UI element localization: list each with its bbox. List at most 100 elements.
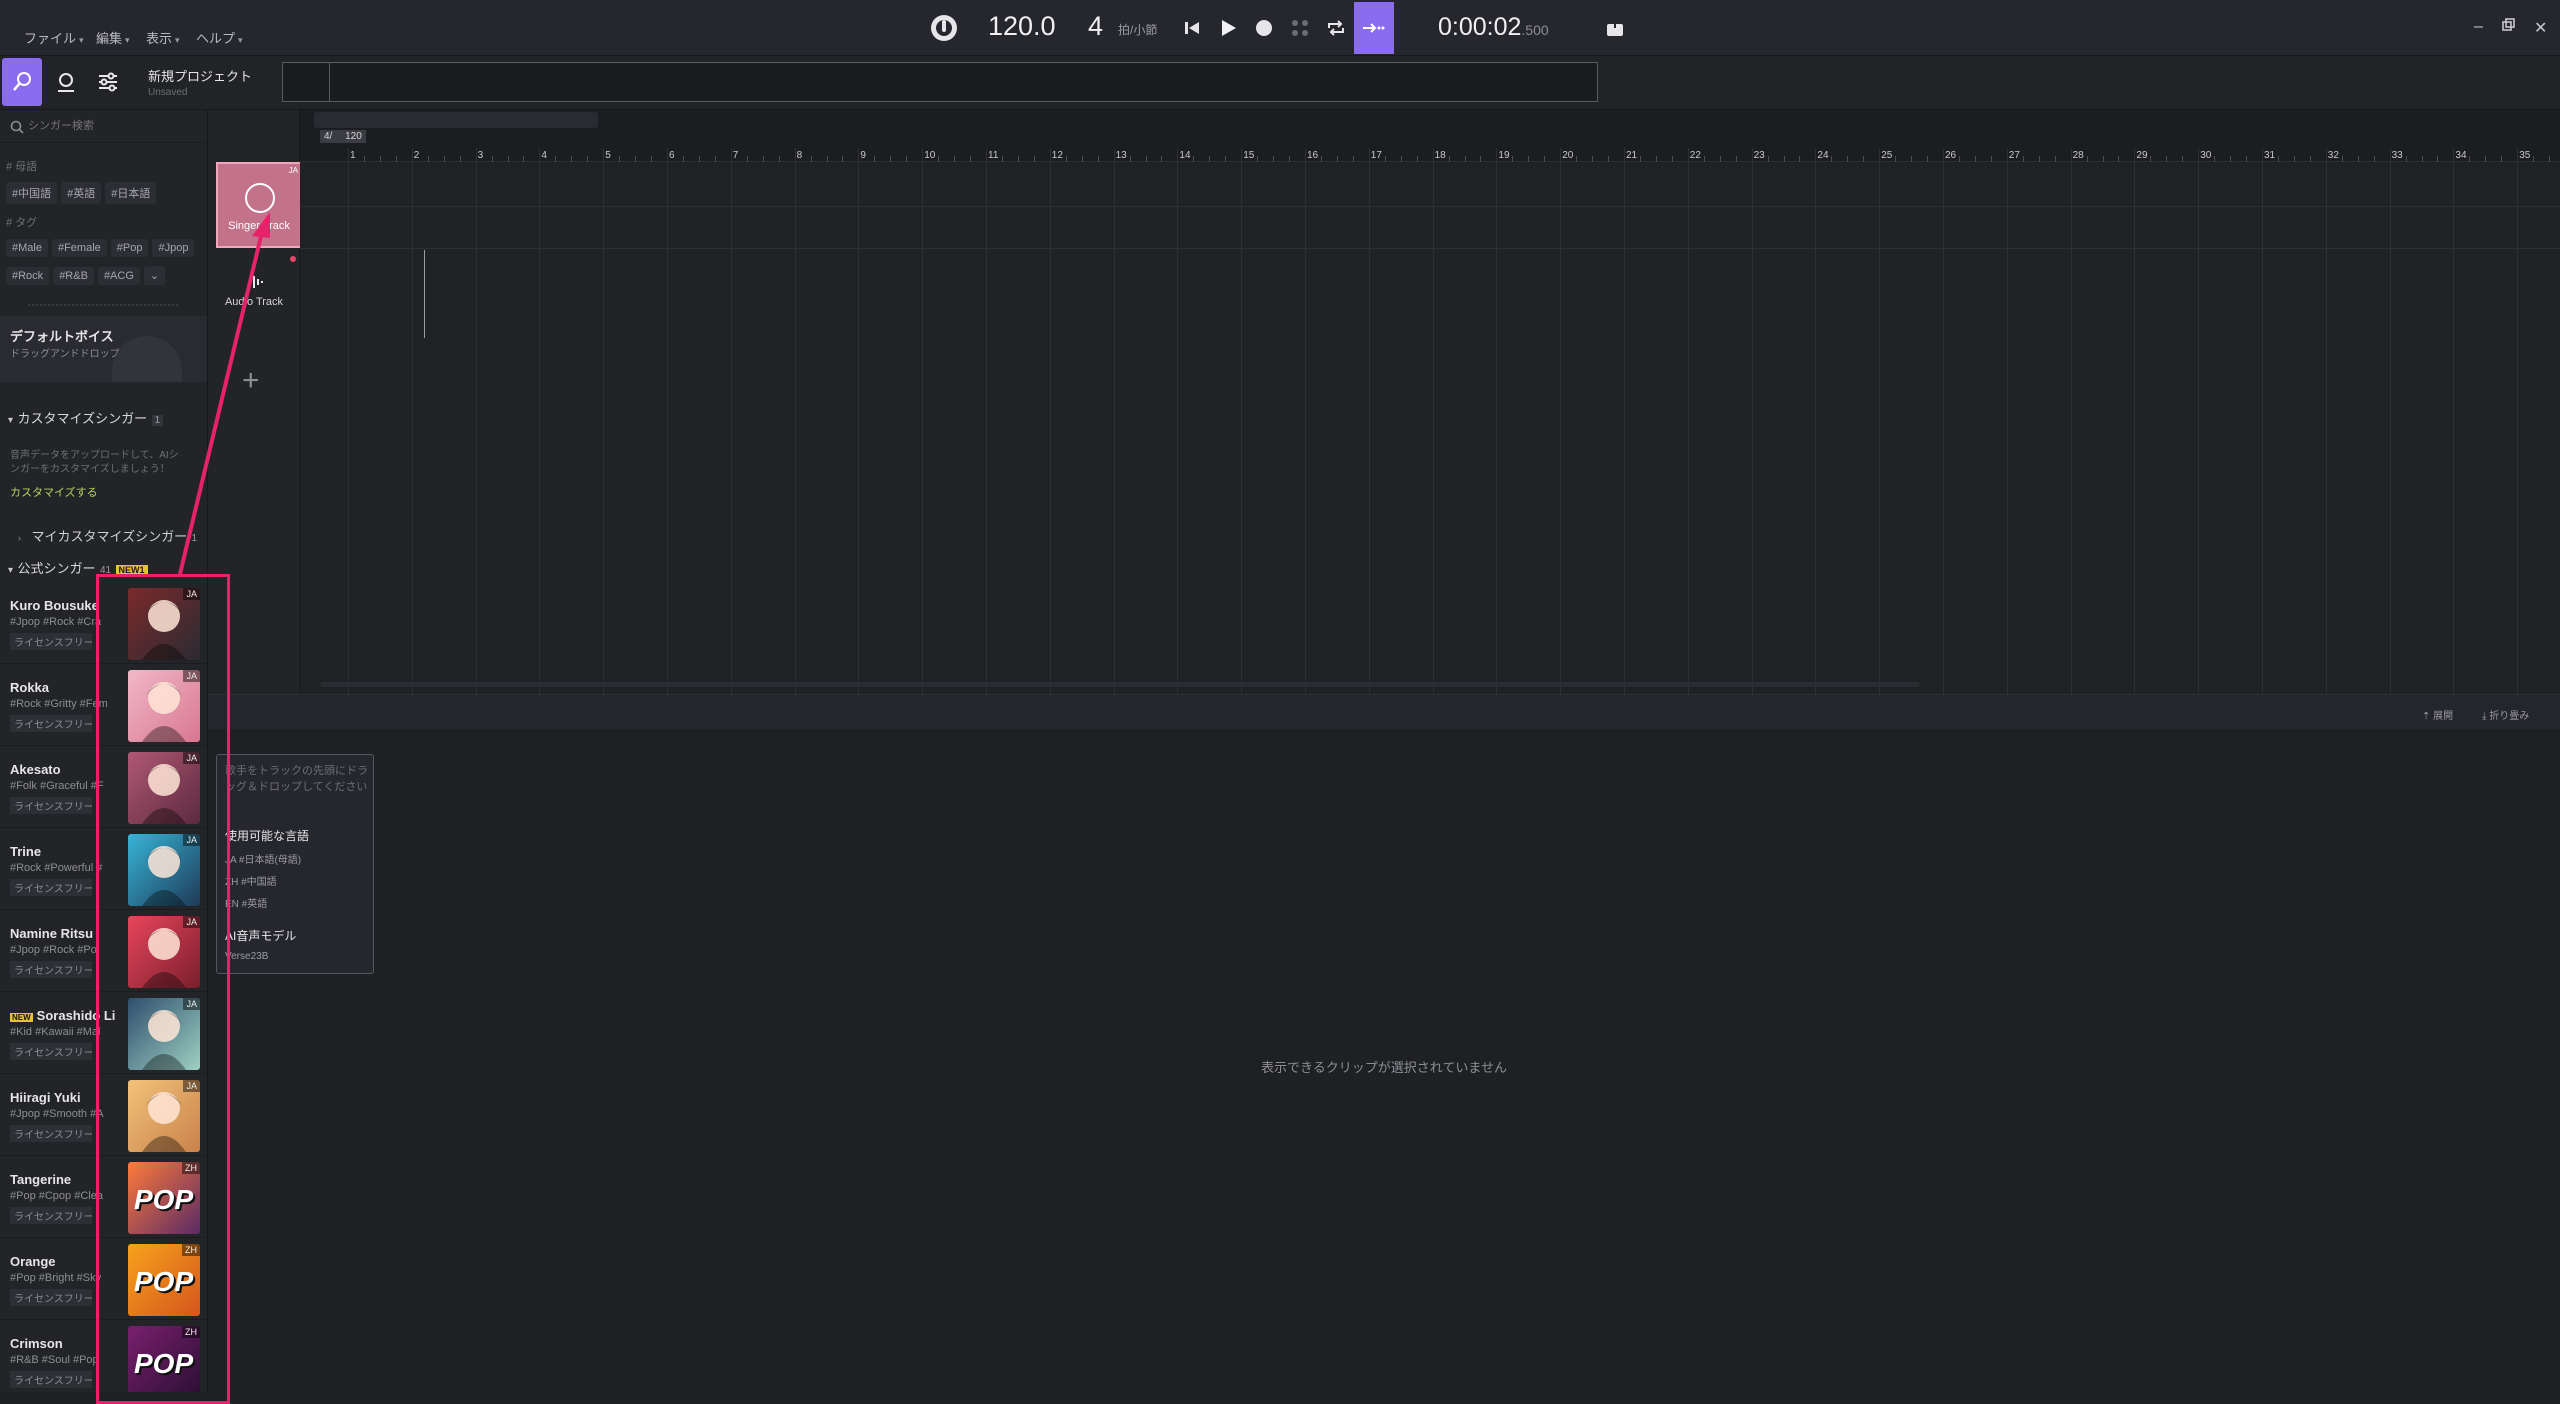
beat-tick bbox=[2182, 156, 2184, 162]
sliders-icon bbox=[99, 72, 117, 92]
beat-tick bbox=[459, 156, 461, 162]
expand-button[interactable]: ⇡ 展開 bbox=[2422, 707, 2453, 722]
tag-pop[interactable]: #Pop bbox=[110, 239, 149, 257]
play-button[interactable] bbox=[1210, 10, 1246, 46]
tag-female[interactable]: #Female bbox=[51, 239, 107, 257]
bar-line bbox=[1560, 148, 1562, 694]
tag-japanese[interactable]: #日本語 bbox=[105, 182, 157, 204]
beats-value[interactable]: 4 bbox=[1088, 11, 1103, 42]
menu-file[interactable]: ファイル ▾ bbox=[24, 28, 84, 47]
audio-track-header[interactable]: Audio Track bbox=[208, 250, 300, 338]
singer-search[interactable] bbox=[6, 116, 202, 136]
mixer-button[interactable] bbox=[88, 58, 128, 106]
expand-tags-button[interactable]: ⌄ bbox=[143, 266, 166, 285]
collapse-button[interactable]: ⤓ 折り畳み bbox=[2482, 707, 2529, 722]
beat-tick bbox=[1528, 156, 1530, 162]
metronome-icon bbox=[931, 15, 957, 41]
record-icon bbox=[1256, 20, 1272, 36]
license-badge: ライセンスフリー bbox=[10, 1043, 92, 1060]
bar-line bbox=[2134, 148, 2136, 694]
beat-tick bbox=[1671, 156, 1673, 162]
arrow-up-icon: ⇡ bbox=[2422, 711, 2431, 722]
bar-line bbox=[1368, 148, 1370, 694]
menu-help[interactable]: ヘルプ ▾ bbox=[196, 28, 243, 47]
add-track-button[interactable]: + bbox=[242, 364, 260, 398]
beat-tick bbox=[2102, 156, 2104, 162]
timeline-ruler[interactable]: 4/ 120 1 2 3 4 5 6 7 8 9 10 11 12 13 14 15 16 17 18 19 20 21… bbox=[300, 110, 2560, 162]
singer-library-button[interactable] bbox=[2, 58, 42, 106]
beat-tick bbox=[1544, 156, 1546, 162]
time-signature-marker[interactable]: 4/ 120 bbox=[320, 130, 366, 143]
loop-button[interactable] bbox=[1318, 10, 1354, 46]
custom-singer-section[interactable]: ▾ カスタマイズシンガー 1 bbox=[8, 408, 164, 428]
overview-timeline[interactable] bbox=[282, 62, 1598, 102]
beat-tick bbox=[2533, 156, 2535, 162]
tag-rnb[interactable]: #R&B bbox=[53, 267, 94, 285]
metronome-button[interactable] bbox=[928, 12, 960, 44]
close-button[interactable]: ✕ bbox=[2534, 18, 2547, 38]
singer-track-header[interactable]: Singer Track JA bbox=[216, 162, 302, 248]
tag-english[interactable]: #英語 bbox=[61, 182, 102, 204]
voice-button[interactable] bbox=[46, 58, 86, 106]
bar-number: 11 bbox=[988, 150, 999, 161]
beat-tick bbox=[1895, 156, 1897, 162]
loop-region[interactable] bbox=[314, 112, 598, 128]
record-arm-indicator[interactable] bbox=[290, 256, 296, 262]
beat-tick bbox=[810, 156, 812, 162]
overview-playhead bbox=[329, 63, 330, 101]
follow-playhead-button[interactable] bbox=[1354, 2, 1394, 54]
tempo-value[interactable]: 120.0 bbox=[988, 11, 1056, 42]
beat-tick bbox=[379, 156, 381, 162]
restore-button[interactable] bbox=[2502, 18, 2516, 37]
tag-jpop[interactable]: #Jpop bbox=[152, 239, 195, 257]
singer-name-text: Trine bbox=[10, 844, 42, 859]
tag-rock[interactable]: #Rock bbox=[6, 267, 50, 285]
menu-edit[interactable]: 編集 ▾ bbox=[96, 28, 130, 47]
beat-tick bbox=[2230, 156, 2232, 162]
beat-tick bbox=[1336, 156, 1338, 162]
playhead[interactable] bbox=[424, 250, 425, 338]
bar-number: 25 bbox=[1881, 150, 1893, 161]
bar-number: 1 bbox=[350, 150, 356, 161]
my-custom-singer-label: マイカスタマイズシンガー bbox=[31, 529, 188, 544]
project-title[interactable]: 新規プロジェクト bbox=[148, 66, 252, 85]
beat-tick bbox=[2405, 156, 2407, 162]
beat-tick bbox=[1193, 156, 1195, 162]
bar-line bbox=[858, 148, 860, 694]
beat-tick bbox=[778, 156, 780, 162]
new-label: NEW bbox=[10, 1013, 33, 1022]
beat-tick bbox=[395, 156, 397, 162]
tag-chinese[interactable]: #中国語 bbox=[6, 182, 58, 204]
menu-view[interactable]: 表示 ▾ bbox=[146, 28, 180, 47]
tag-acg[interactable]: #ACG bbox=[97, 267, 140, 285]
beat-tick bbox=[2373, 156, 2375, 162]
bar-number: 35 bbox=[2519, 150, 2531, 161]
singer-search-input[interactable] bbox=[28, 117, 198, 135]
beat-tick bbox=[1001, 156, 1003, 162]
default-voice-art bbox=[112, 336, 182, 382]
beat-tick bbox=[1990, 156, 1992, 162]
beat-tick bbox=[2054, 156, 2056, 162]
customize-link[interactable]: カスタマイズする bbox=[10, 484, 98, 500]
bar-line bbox=[1943, 148, 1944, 694]
export-button[interactable] bbox=[1604, 16, 1626, 43]
horizontal-scrollbar[interactable] bbox=[320, 682, 1920, 687]
my-custom-singer-row[interactable]: › マイカスタマイズシンガー 1 bbox=[18, 526, 197, 546]
beat-tick bbox=[2485, 156, 2487, 162]
snap-button[interactable] bbox=[1282, 10, 1318, 46]
beat-tick bbox=[1273, 156, 1275, 162]
divider bbox=[0, 142, 207, 143]
record-button[interactable] bbox=[1246, 10, 1282, 46]
beat-tick bbox=[1129, 156, 1131, 162]
arrangement-view[interactable]: 4/ 120 1 2 3 4 5 6 7 8 9 10 11 12 13 14 15 16 17 18 19 20 21… bbox=[300, 110, 2560, 694]
beat-tick bbox=[2277, 156, 2279, 162]
bar-line bbox=[411, 148, 413, 694]
scroll-indicator bbox=[28, 304, 178, 308]
minimize-button[interactable]: – bbox=[2474, 18, 2483, 36]
search-icon bbox=[10, 120, 24, 134]
default-voice-card[interactable]: デフォルトボイス ドラッグアンドドロップでボイスを bbox=[0, 316, 207, 382]
skip-to-start-button[interactable] bbox=[1174, 10, 1210, 46]
bar-number: 22 bbox=[1689, 150, 1701, 161]
beat-tick bbox=[1480, 156, 1482, 162]
tag-male[interactable]: #Male bbox=[6, 239, 48, 257]
